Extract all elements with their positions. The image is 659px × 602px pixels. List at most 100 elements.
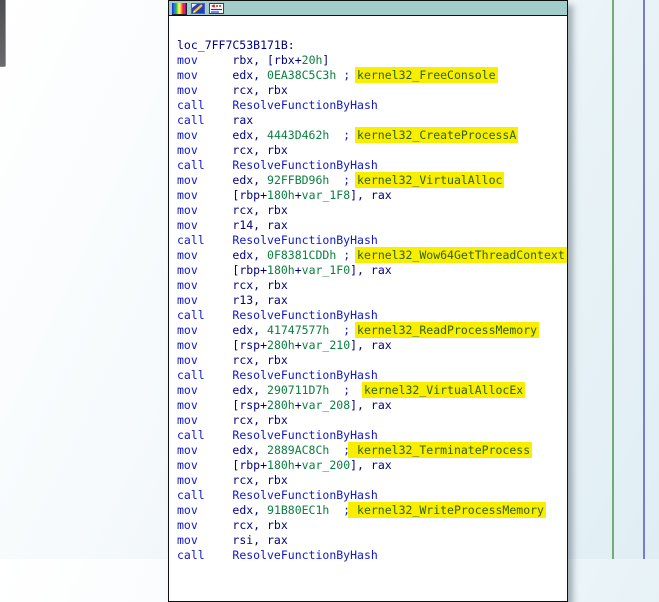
asm-token[interactable]: rsi, rax (232, 533, 287, 547)
asm-token[interactable]: rcx, rbx (232, 203, 287, 217)
asm-token[interactable]: ; (329, 173, 357, 187)
asm-token[interactable]: 4443D462h (267, 128, 329, 142)
asm-line[interactable]: mov rcx, rbx (177, 203, 567, 218)
asm-token[interactable]: ; (329, 503, 350, 517)
asm-token[interactable]: ResolveFunctionByHash (232, 488, 377, 502)
asm-label-line[interactable]: loc_7FF7C53B171B: (177, 38, 567, 53)
asm-line[interactable]: mov edx, 41747577h ; kernel32_ReadProces… (177, 322, 567, 338)
asm-token[interactable]: ; (329, 443, 350, 457)
asm-line[interactable]: call ResolveFunctionByHash (177, 428, 567, 443)
asm-line[interactable]: call rax (177, 113, 567, 128)
asm-token[interactable]: mov (177, 143, 232, 157)
asm-token[interactable]: edx, (232, 383, 267, 397)
asm-token[interactable]: + (295, 263, 302, 277)
asm-token[interactable]: mov (177, 203, 232, 217)
asm-token[interactable]: [rbp+ (232, 188, 267, 202)
asm-token[interactable]: rcx, rbx (232, 143, 287, 157)
asm-token[interactable]: mov (177, 383, 232, 397)
asm-token[interactable]: call (177, 368, 232, 382)
asm-line[interactable]: mov edx, 92FFBD96h ; kernel32_VirtualAll… (177, 172, 567, 188)
node-title-bar[interactable] (169, 1, 567, 16)
asm-token[interactable]: call (177, 548, 232, 562)
asm-line[interactable]: call ResolveFunctionByHash (177, 233, 567, 248)
asm-token[interactable]: mov (177, 323, 232, 337)
asm-token[interactable]: var_1F0 (302, 263, 350, 277)
asm-token[interactable]: rcx, rbx (232, 83, 287, 97)
asm-token[interactable]: ResolveFunctionByHash (232, 548, 377, 562)
asm-line[interactable]: mov r14, rax (177, 218, 567, 233)
asm-token[interactable]: edx, (232, 128, 267, 142)
node-color-icon[interactable] (172, 2, 187, 15)
asm-token[interactable]: rcx, rbx (232, 278, 287, 292)
asm-token[interactable]: ; (336, 68, 357, 82)
asm-token[interactable]: ], rax (350, 263, 392, 277)
asm-token[interactable]: call (177, 113, 232, 127)
asm-token[interactable]: var_200 (302, 458, 350, 472)
asm-line[interactable]: mov edx, 0EA38C5C3h ; kernel32_FreeConso… (177, 67, 567, 83)
asm-token[interactable]: 280h (267, 338, 295, 352)
asm-token[interactable]: edx, (232, 443, 267, 457)
asm-token[interactable]: + (295, 338, 302, 352)
asm-token[interactable]: call (177, 233, 232, 247)
asm-token[interactable]: mov (177, 473, 232, 487)
asm-line[interactable]: mov edx, 91B80EC1h ; kernel32_WriteProce… (177, 502, 567, 518)
asm-token[interactable]: call (177, 488, 232, 502)
asm-token[interactable]: 91B80EC1h (267, 503, 329, 517)
asm-line[interactable]: mov rbx, [rbx+20h] (177, 53, 567, 68)
asm-line[interactable]: mov edx, 4443D462h ; kernel32_CreateProc… (177, 127, 567, 143)
asm-token[interactable]: 0EA38C5C3h (267, 68, 336, 82)
asm-line[interactable]: mov rcx, rbx (177, 143, 567, 158)
asm-line[interactable]: call ResolveFunctionByHash (177, 158, 567, 173)
asm-line[interactable]: call ResolveFunctionByHash (177, 308, 567, 323)
asm-token[interactable]: r14, rax (232, 218, 287, 232)
asm-token[interactable]: edx, (232, 173, 267, 187)
asm-line[interactable]: mov edx, 2889AC8Ch ; kernel32_TerminateP… (177, 442, 567, 458)
asm-token[interactable]: mov (177, 83, 232, 97)
asm-token[interactable]: [rbp+ (232, 263, 267, 277)
highlighted-api-name[interactable]: kernel32_FreeConsole (355, 67, 498, 83)
asm-line[interactable]: mov [rbp+180h+var_1F8], rax (177, 188, 567, 203)
asm-token[interactable]: 20h (302, 53, 323, 67)
asm-line[interactable]: mov r13, rax (177, 293, 567, 308)
highlighted-api-name[interactable]: kernel32_VirtualAllocEx (361, 382, 526, 398)
asm-token[interactable]: rcx, rbx (232, 518, 287, 532)
asm-token[interactable]: ResolveFunctionByHash (232, 308, 377, 322)
asm-token[interactable]: mov (177, 173, 232, 187)
asm-token[interactable]: mov (177, 218, 232, 232)
asm-token[interactable]: call (177, 308, 232, 322)
asm-token[interactable]: ; (329, 383, 364, 397)
asm-token[interactable]: mov (177, 518, 232, 532)
edit-node-icon[interactable] (191, 3, 205, 14)
asm-token[interactable]: ], rax (350, 458, 392, 472)
asm-token[interactable]: mov (177, 293, 232, 307)
asm-token[interactable]: rcx, rbx (232, 473, 287, 487)
asm-token[interactable]: ResolveFunctionByHash (232, 98, 377, 112)
asm-token[interactable]: 280h (267, 398, 295, 412)
asm-token[interactable]: 0F8381CDDh (267, 248, 336, 262)
asm-token[interactable]: ], rax (350, 338, 392, 352)
highlighted-api-name[interactable]: kernel32_TerminateProcess (348, 442, 533, 458)
asm-token[interactable]: mov (177, 458, 232, 472)
asm-token[interactable]: mov (177, 248, 232, 262)
asm-token[interactable]: rax (232, 113, 253, 127)
highlighted-api-name[interactable]: kernel32_VirtualAlloc (355, 172, 505, 188)
asm-token[interactable]: mov (177, 338, 232, 352)
asm-token[interactable]: + (295, 458, 302, 472)
asm-token[interactable]: mov (177, 188, 232, 202)
asm-line[interactable]: mov rsi, rax (177, 533, 567, 548)
asm-line[interactable]: mov rcx, rbx (177, 353, 567, 368)
asm-token[interactable]: ResolveFunctionByHash (232, 368, 377, 382)
asm-token[interactable]: call (177, 428, 232, 442)
asm-line[interactable]: mov rcx, rbx (177, 278, 567, 293)
asm-token[interactable]: 180h (267, 188, 295, 202)
asm-token[interactable]: loc_7FF7C53B171B: (177, 38, 295, 52)
asm-token[interactable]: 290711D7h (267, 383, 329, 397)
highlighted-api-name[interactable]: kernel32_Wow64GetThreadContext (355, 247, 567, 263)
asm-token[interactable]: var_1F8 (302, 188, 350, 202)
asm-line[interactable]: mov rcx, rbx (177, 518, 567, 533)
asm-token[interactable]: ResolveFunctionByHash (232, 233, 377, 247)
asm-line[interactable]: mov [rbp+180h+var_1F0], rax (177, 263, 567, 278)
asm-line[interactable]: mov rcx, rbx (177, 413, 567, 428)
asm-token[interactable]: [rsp+ (232, 338, 267, 352)
asm-token[interactable]: call (177, 98, 232, 112)
